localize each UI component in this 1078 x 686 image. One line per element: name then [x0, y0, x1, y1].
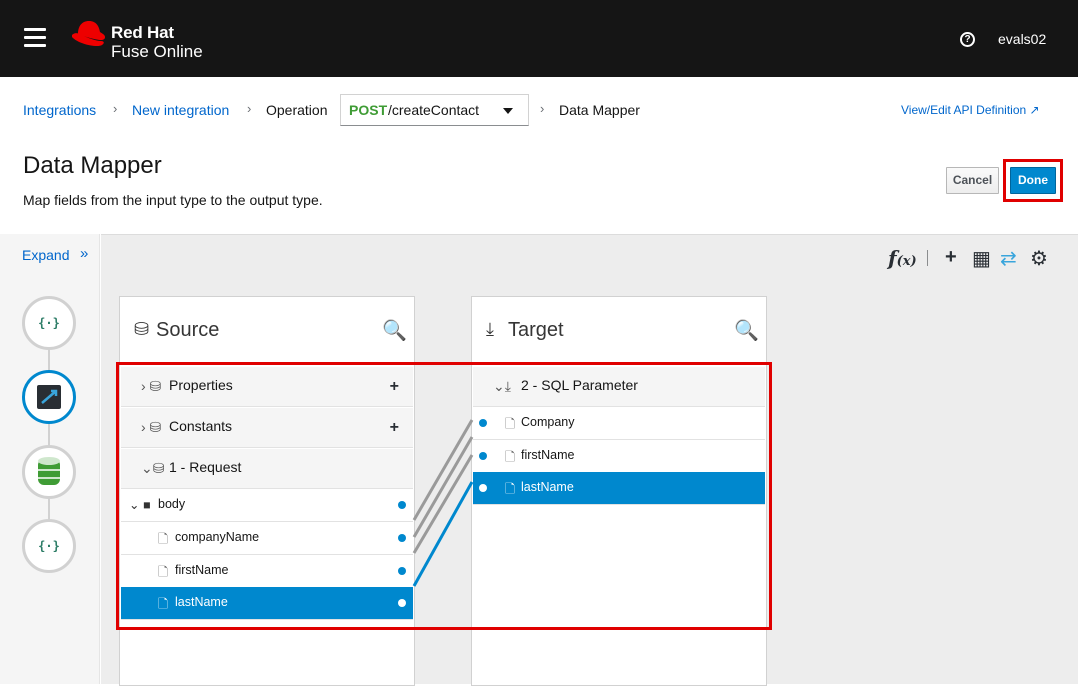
mapping-line-lastname-lastname[interactable]: [412, 481, 474, 587]
mapping-lines: [412, 419, 474, 587]
mapping-line-companyname-company[interactable]: [412, 436, 474, 538]
